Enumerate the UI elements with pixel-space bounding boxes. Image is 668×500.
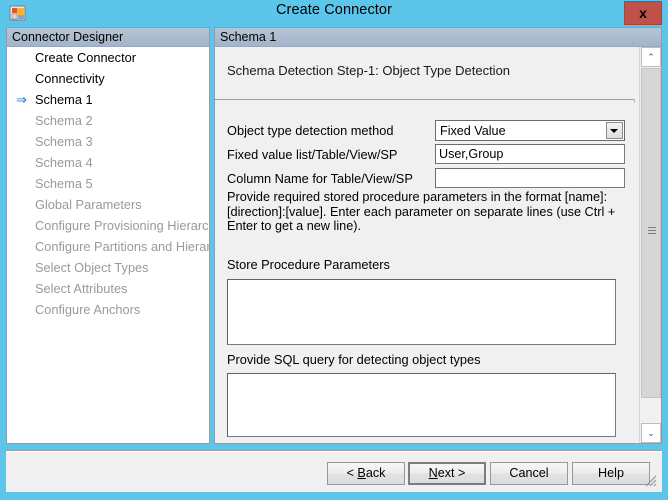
current-step-arrow-icon: ⇒ <box>16 92 27 107</box>
scroll-up-button[interactable]: ⌃ <box>641 47 661 67</box>
sidebar-item-select-attributes: Select Attributes <box>7 278 209 299</box>
detection-method-value: Fixed Value <box>440 124 506 138</box>
button-mnemonic: N <box>428 466 438 480</box>
label-fixed-value-list: Fixed value list/Table/View/SP <box>227 147 398 162</box>
create-connector-window: Create Connector x Connector Designer Sc… <box>0 0 668 500</box>
button-mnemonic: B <box>357 466 366 480</box>
next-button[interactable]: Next > <box>408 462 486 485</box>
close-button[interactable]: x <box>624 1 662 25</box>
content-area: Schema Detection Step-1: Object Type Det… <box>215 47 639 443</box>
sidebar-item-label: Configure Anchors <box>35 302 141 317</box>
scrollbar-thumb[interactable] <box>641 68 661 398</box>
sidebar-item-label: Create Connector <box>35 50 137 65</box>
sidebar-item-schema-2: Schema 2 <box>7 110 209 131</box>
sidebar-item-schema-3: Schema 3 <box>7 131 209 152</box>
chevron-up-icon: ⌃ <box>647 52 655 62</box>
sidebar-item-select-object-types: Select Object Types <box>7 257 209 278</box>
sidebar-item-label: Schema 2 <box>35 113 93 128</box>
step-title: Schema Detection Step-1: Object Type Det… <box>227 63 511 78</box>
sidebar-item-label: Select Attributes <box>35 281 128 296</box>
sidebar-item-label: Select Object Types <box>35 260 149 275</box>
content-vertical-scrollbar[interactable]: ⌃ ⌄ <box>639 47 661 443</box>
title-bar: Create Connector x <box>0 0 668 27</box>
sidebar-item-schema-1[interactable]: ⇒ Schema 1 <box>7 89 209 110</box>
window-title: Create Connector <box>275 2 393 18</box>
scrollbar-grip-icon <box>648 227 656 235</box>
sidebar-item-label: Connectivity <box>35 71 105 86</box>
label-sql-query: Provide SQL query for detecting object t… <box>227 352 481 367</box>
label-detection-method: Object type detection method <box>227 123 394 138</box>
help-button[interactable]: Help <box>572 462 650 485</box>
sidebar-item-connectivity[interactable]: Connectivity <box>7 68 209 89</box>
store-procedure-parameters-textarea[interactable] <box>227 279 616 345</box>
label-column-name: Column Name for Table/View/SP <box>227 171 413 186</box>
label-store-procedure-parameters: Store Procedure Parameters <box>227 257 390 272</box>
sidebar-item-label: Global Parameters <box>35 197 142 212</box>
sidebar-item-configure-anchors: Configure Anchors <box>7 299 209 320</box>
dialog-button-bar: < Back Next > Cancel Help <box>6 452 662 492</box>
sidebar-item-label: Configure Partitions and Hierarchies <box>35 239 209 254</box>
section-divider <box>215 99 635 100</box>
sidebar-item-label: Configure Provisioning Hierarchy <box>35 218 210 233</box>
right-panel-header: Schema 1 <box>214 27 662 46</box>
sql-query-textarea[interactable] <box>227 373 616 437</box>
fixed-value-list-input[interactable] <box>435 144 625 164</box>
chevron-down-icon: ⌄ <box>647 428 655 438</box>
sidebar-item-label: Schema 4 <box>35 155 93 170</box>
cancel-button[interactable]: Cancel <box>490 462 568 485</box>
back-button[interactable]: < Back <box>327 462 405 485</box>
wizard-content-panel: Schema Detection Step-1: Object Type Det… <box>214 46 662 444</box>
column-name-input[interactable] <box>435 168 625 188</box>
sidebar-item-configure-partitions-and-hierarchies: Configure Partitions and Hierarchies <box>7 236 209 257</box>
sidebar-item-configure-provisioning-hierarchy: Configure Provisioning Hierarchy <box>7 215 209 236</box>
left-panel-header: Connector Designer <box>6 27 210 46</box>
sidebar-item-schema-5: Schema 5 <box>7 173 209 194</box>
resize-grip-icon[interactable] <box>644 474 657 487</box>
sidebar-item-label: Schema 1 <box>35 92 93 107</box>
detection-method-dropdown[interactable]: Fixed Value <box>435 120 625 141</box>
stored-procedure-hint: Provide required stored procedure parame… <box>227 190 616 234</box>
section-divider-cap <box>634 99 635 103</box>
scrollbar-track[interactable] <box>641 68 661 422</box>
sidebar-item-schema-4: Schema 4 <box>7 152 209 173</box>
sidebar-item-label: Schema 3 <box>35 134 93 149</box>
navigation-list: Create Connector Connectivity ⇒ Schema 1 Sch… <box>6 46 210 444</box>
sidebar-item-global-parameters: Global Parameters <box>7 194 209 215</box>
scroll-down-button[interactable]: ⌄ <box>641 423 661 443</box>
sidebar-item-create-connector[interactable]: Create Connector <box>7 47 209 68</box>
chevron-down-icon[interactable] <box>606 122 623 139</box>
sidebar-item-label: Schema 5 <box>35 176 93 191</box>
